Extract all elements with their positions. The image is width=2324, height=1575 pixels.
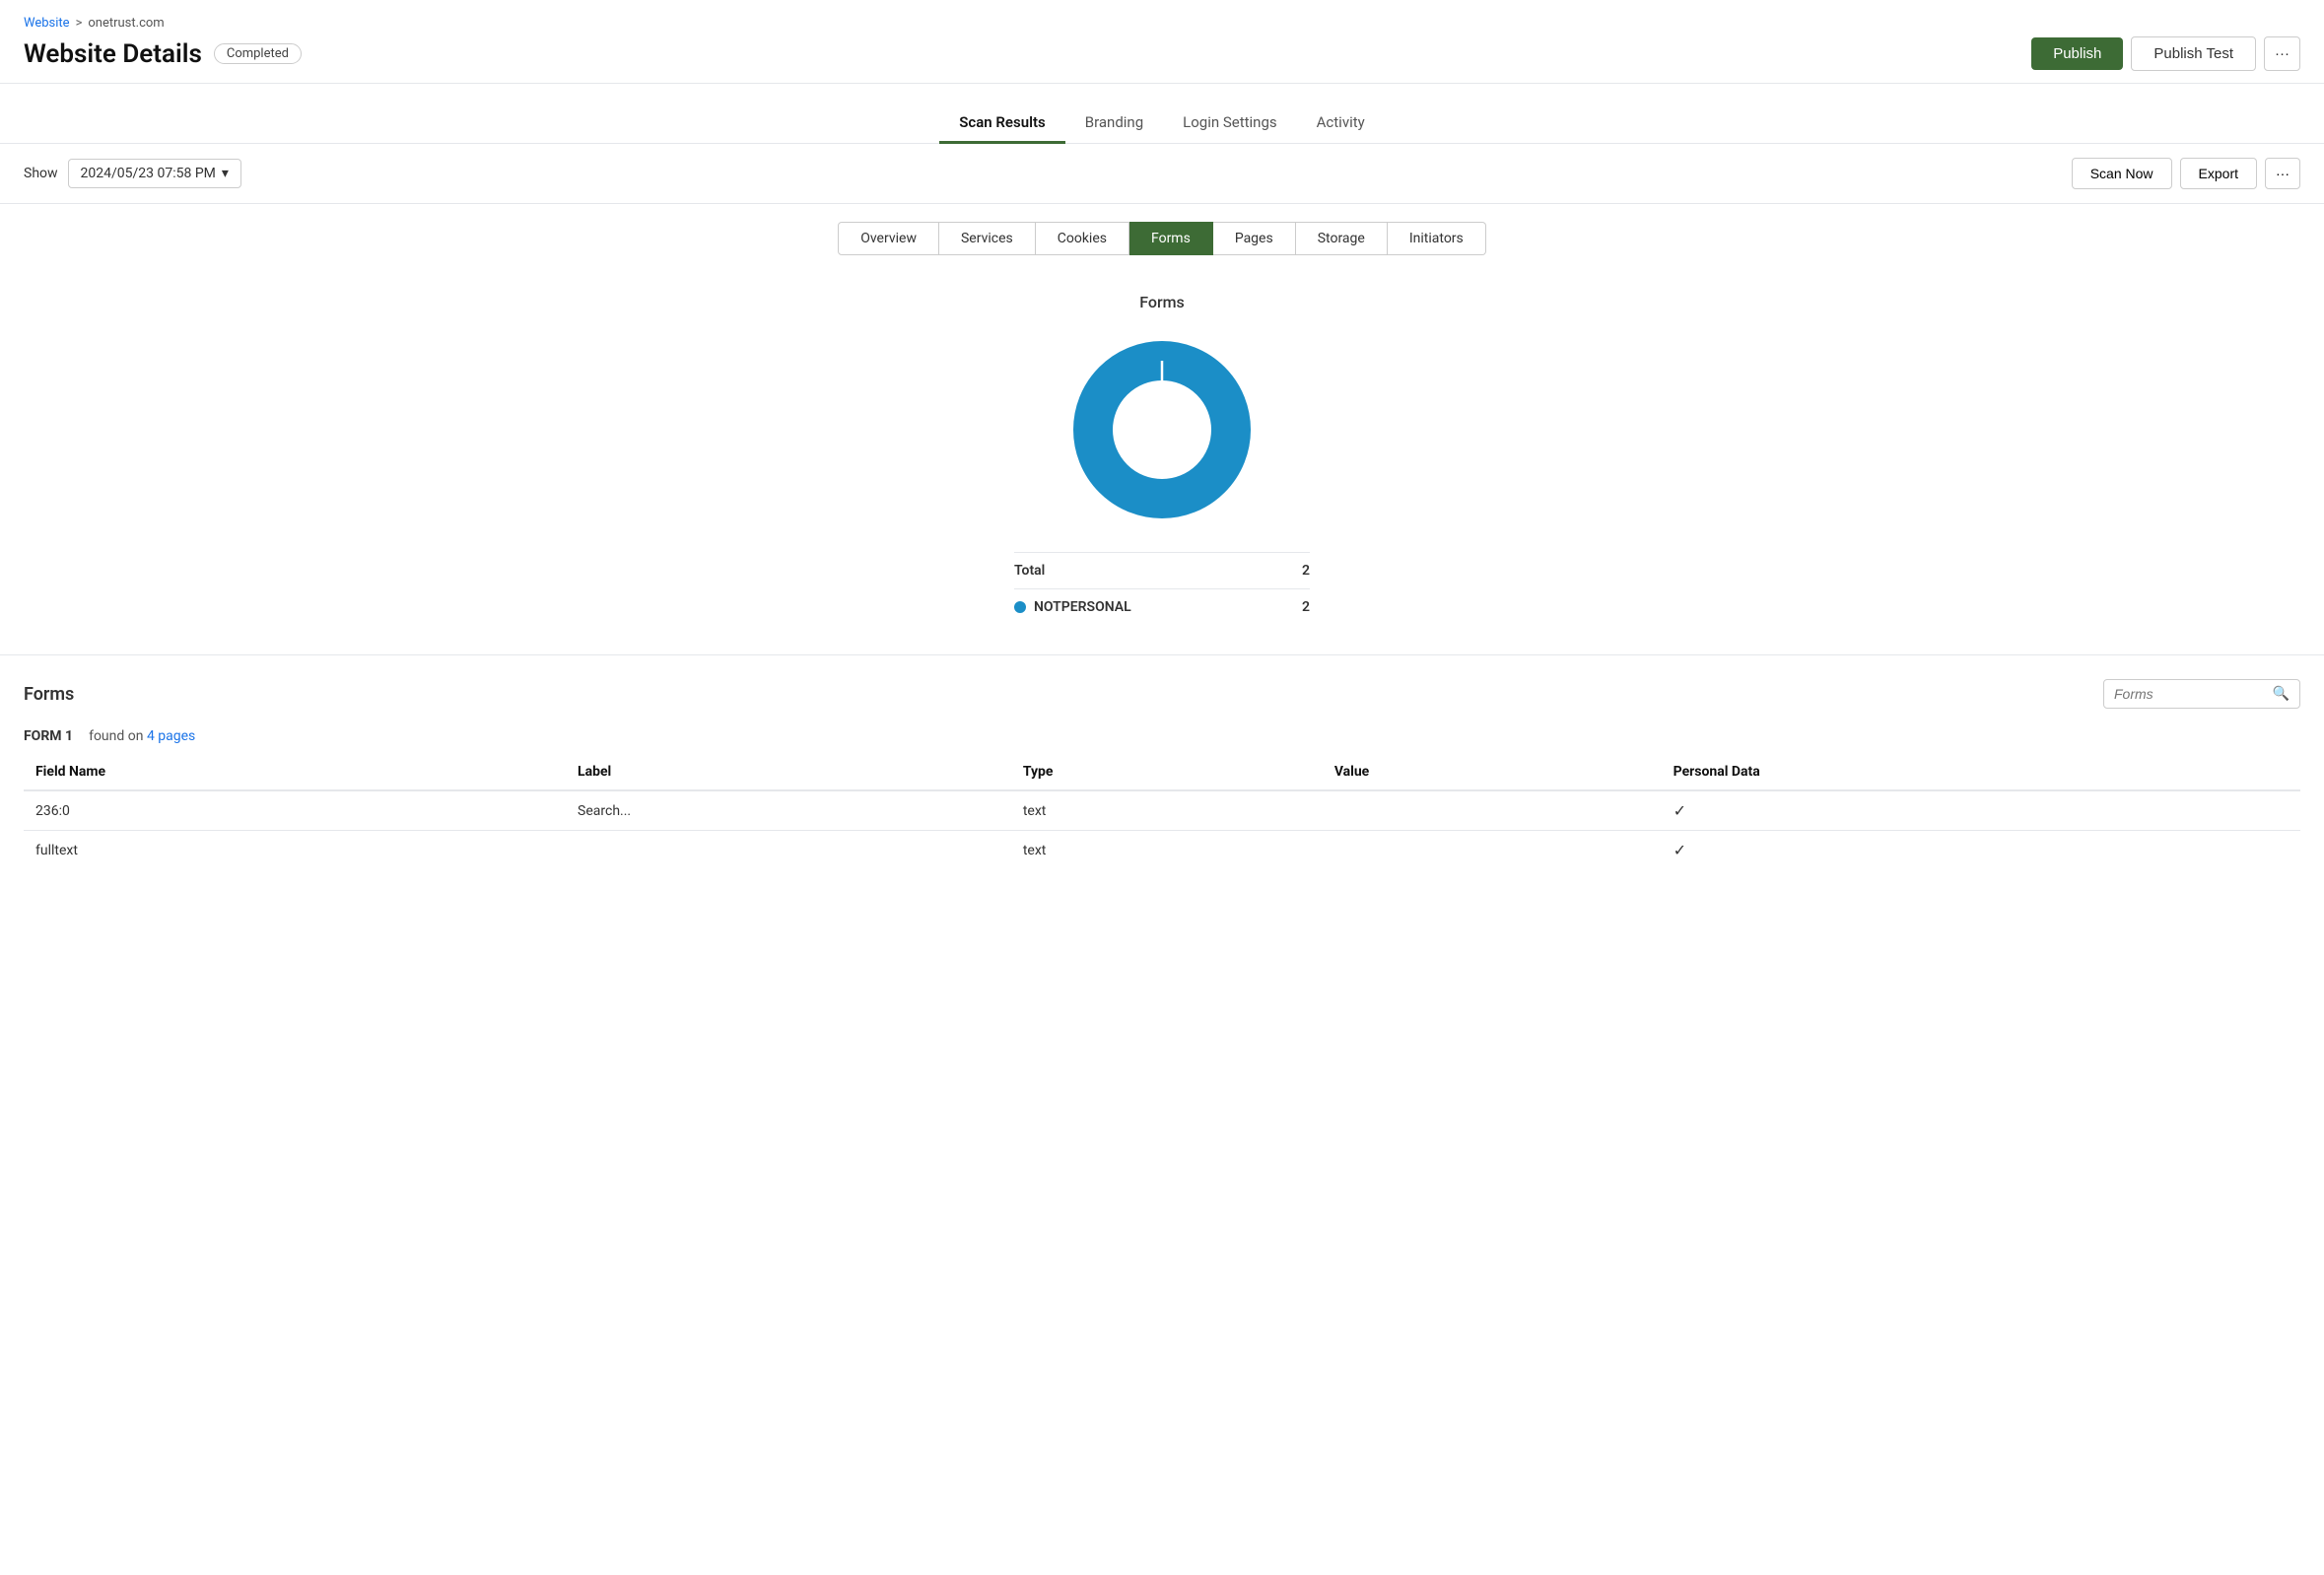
sub-tab-forms[interactable]: Forms	[1129, 222, 1213, 255]
form-group-header: FORM 1 found on 4 pages	[24, 728, 2300, 744]
chart-title: Forms	[1139, 293, 1185, 311]
form-group-1: FORM 1 found on 4 pages Field Name Label…	[24, 728, 2300, 869]
show-label: Show	[24, 166, 58, 181]
breadcrumb: Website > onetrust.com	[24, 16, 2300, 31]
sub-tab-pages[interactable]: Pages	[1213, 222, 1296, 255]
forms-search-input[interactable]	[2114, 686, 2265, 702]
toolbar: Show 2024/05/23 07:58 PM ▾ Scan Now Expo…	[0, 144, 2324, 204]
col-personal-data: Personal Data	[1662, 754, 2300, 790]
breadcrumb-separator: >	[76, 16, 83, 31]
more-icon: ···	[2276, 166, 2290, 181]
chevron-down-icon: ▾	[222, 166, 229, 181]
cell-personal-data: ✓	[1662, 831, 2300, 870]
form-id: FORM 1	[24, 728, 73, 744]
page-title: Website Details	[24, 39, 202, 69]
page-header: Website > onetrust.com Website Details C…	[0, 0, 2324, 84]
more-icon: ···	[2275, 45, 2290, 62]
forms-search-box[interactable]: 🔍	[2103, 679, 2300, 709]
legend-label-notpersonal: NOTPERSONAL	[1034, 599, 1131, 615]
more-options-button[interactable]: ···	[2264, 36, 2300, 71]
forms-table: Field Name Label Type Value Personal Dat…	[24, 754, 2300, 869]
date-value: 2024/05/23 07:58 PM	[81, 166, 216, 181]
tab-login-settings[interactable]: Login Settings	[1163, 103, 1296, 144]
publish-button[interactable]: Publish	[2031, 37, 2123, 70]
col-type: Type	[1011, 754, 1323, 790]
export-button[interactable]: Export	[2180, 158, 2257, 189]
legend-total: Total 2	[1014, 552, 1310, 588]
forms-header: Forms 🔍	[24, 679, 2300, 709]
scan-now-button[interactable]: Scan Now	[2072, 158, 2172, 189]
legend-value-notpersonal: 2	[1302, 599, 1310, 615]
breadcrumb-current: onetrust.com	[88, 16, 164, 31]
table-row: 236:0 Search... text ✓	[24, 790, 2300, 831]
sub-tab-cookies[interactable]: Cookies	[1036, 222, 1129, 255]
checkmark-icon: ✓	[1674, 841, 1686, 859]
cell-value	[1323, 790, 1662, 831]
sub-tab-overview[interactable]: Overview	[838, 222, 939, 255]
sub-tab-services[interactable]: Services	[939, 222, 1036, 255]
breadcrumb-parent[interactable]: Website	[24, 16, 70, 31]
cell-value	[1323, 831, 1662, 870]
cell-label	[566, 831, 1011, 870]
tab-branding[interactable]: Branding	[1065, 103, 1163, 144]
cell-label: Search...	[566, 790, 1011, 831]
col-value: Value	[1323, 754, 1662, 790]
legend-dot-notpersonal	[1014, 601, 1026, 613]
cell-type: text	[1011, 790, 1323, 831]
cell-field-name: fulltext	[24, 831, 566, 870]
donut-chart	[1063, 331, 1261, 528]
cell-personal-data: ✓	[1662, 790, 2300, 831]
total-value: 2	[1302, 563, 1310, 579]
chart-legend: Total 2 NOTPERSONAL 2	[1014, 552, 1310, 625]
forms-section: Forms 🔍 FORM 1 found on 4 pages Field Na…	[0, 655, 2324, 913]
sub-tab-storage[interactable]: Storage	[1296, 222, 1388, 255]
chart-area: Forms Total 2 NOTPERSONAL 2	[0, 273, 2324, 655]
col-field-name: Field Name	[24, 754, 566, 790]
main-tabs: Scan Results Branding Login Settings Act…	[0, 84, 2324, 144]
cell-field-name: 236:0	[24, 790, 566, 831]
legend-item-notpersonal: NOTPERSONAL 2	[1014, 588, 1310, 625]
cell-type: text	[1011, 831, 1323, 870]
tab-scan-results[interactable]: Scan Results	[939, 103, 1064, 144]
date-selector[interactable]: 2024/05/23 07:58 PM ▾	[68, 159, 241, 188]
form-found: found on 4 pages	[89, 728, 195, 744]
search-icon: 🔍	[2273, 686, 2290, 702]
table-row: fulltext text ✓	[24, 831, 2300, 870]
total-label: Total	[1014, 563, 1045, 579]
toolbar-more-button[interactable]: ···	[2265, 158, 2300, 189]
pages-link[interactable]: 4 pages	[147, 728, 195, 744]
col-label: Label	[566, 754, 1011, 790]
forms-section-title: Forms	[24, 684, 74, 705]
checkmark-icon: ✓	[1674, 801, 1686, 820]
publish-test-button[interactable]: Publish Test	[2131, 36, 2256, 71]
sub-tab-initiators[interactable]: Initiators	[1388, 222, 1486, 255]
tab-activity[interactable]: Activity	[1297, 103, 1385, 144]
status-badge: Completed	[214, 43, 302, 64]
sub-tabs: Overview Services Cookies Forms Pages St…	[0, 204, 2324, 273]
